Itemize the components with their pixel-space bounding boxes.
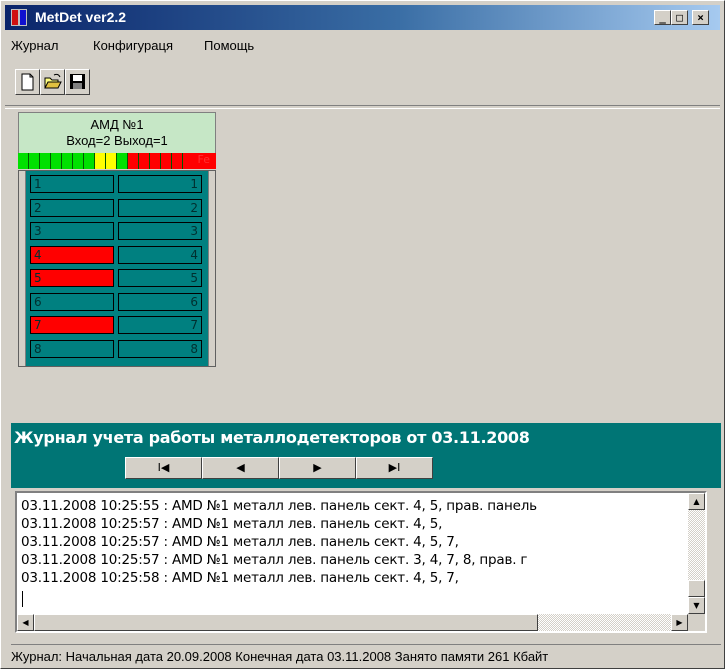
zone-left-8[interactable]: 8	[30, 339, 114, 358]
close-button[interactable]: ×	[692, 10, 709, 25]
open-button[interactable]	[40, 69, 65, 95]
zone-right-3[interactable]: 3	[118, 222, 202, 240]
menu-journal[interactable]: Журнал	[11, 38, 58, 53]
status-bar: Журнал: Начальная дата 20.09.2008 Конечн…	[11, 644, 721, 667]
maximize-button[interactable]: □	[671, 10, 688, 25]
toolbar-separator	[5, 105, 720, 109]
scrollbar-corner	[688, 614, 705, 631]
minimize-button[interactable]: _	[654, 10, 671, 25]
save-icon	[70, 74, 85, 89]
new-file-icon	[21, 73, 34, 91]
zone-left-6[interactable]: 6	[30, 292, 114, 311]
scroll-thumb-vertical[interactable]	[688, 580, 705, 597]
zone-left-2[interactable]: 2	[30, 198, 114, 217]
log-line: 03.11.2008 10:25:55 : AMD №1 металл лев.…	[21, 498, 537, 514]
open-folder-icon	[44, 73, 62, 89]
zone-left-5[interactable]: 5	[30, 269, 114, 287]
next-record-button[interactable]: ▶	[279, 457, 356, 479]
scroll-left-icon[interactable]: ◀	[17, 614, 34, 631]
zone-left-7[interactable]: 7	[30, 316, 114, 334]
journal-title: Журнал учета работы металлодетекторов от…	[14, 428, 530, 447]
main-window: MetDet ver2.2 _ □ × Журнал Конфигураця П…	[0, 0, 725, 669]
new-button[interactable]	[15, 69, 40, 95]
status-text: Журнал: Начальная дата 20.09.2008 Конечн…	[11, 649, 549, 664]
device-header: АМД №1 Вход=2 Выход=1	[18, 112, 216, 155]
zone-right-8[interactable]: 8	[118, 339, 202, 358]
prev-record-button[interactable]: ◀	[202, 457, 279, 479]
menu-help[interactable]: Помощь	[204, 38, 254, 53]
last-record-button[interactable]: ▶I	[356, 457, 433, 479]
log-line: 03.11.2008 10:25:57 : AMD №1 металл лев.…	[21, 552, 528, 568]
metal-detector-panel[interactable]: АМД №1 Вход=2 Выход=1 Fe 11223344556 6 7…	[18, 112, 216, 367]
scroll-down-icon[interactable]: ▼	[688, 597, 705, 614]
fe-label: Fe	[197, 153, 211, 166]
zone-right-4[interactable]: 4	[118, 245, 202, 264]
zone-left-4[interactable]: 4	[30, 245, 114, 264]
horizontal-scrollbar[interactable]: ◀ ▶	[17, 614, 688, 631]
zone-right-6[interactable]: 6	[118, 292, 202, 311]
save-button[interactable]	[65, 69, 90, 95]
signal-level-bar: Fe	[18, 153, 216, 169]
zone-left-1[interactable]: 1	[30, 175, 114, 193]
zone-right-7[interactable]: 7	[118, 316, 202, 334]
menu-bar: Журнал Конфигураця Помощь	[5, 35, 720, 57]
scroll-thumb-horizontal[interactable]	[34, 614, 538, 631]
vertical-scrollbar[interactable]: ▲ ▼	[688, 493, 705, 614]
journal-header: Журнал учета работы металлодетекторов от…	[11, 423, 721, 488]
zone-right-5[interactable]: 5	[118, 269, 202, 287]
menu-configuration[interactable]: Конфигураця	[93, 38, 173, 53]
zone-left-3[interactable]: 3	[30, 222, 114, 240]
zone-right-2[interactable]: 2	[118, 198, 202, 217]
title-bar[interactable]: MetDet ver2.2 _ □ ×	[5, 5, 720, 30]
log-line: 03.11.2008 10:25:58 : AMD №1 металл лев.…	[21, 570, 459, 586]
device-name: АМД №1	[90, 117, 144, 132]
scroll-right-icon[interactable]: ▶	[671, 614, 688, 631]
first-record-button[interactable]: I◀	[125, 457, 202, 479]
journal-log[interactable]: 03.11.2008 10:25:55 : AMD №1 металл лев.…	[15, 491, 707, 633]
scroll-up-icon[interactable]: ▲	[688, 493, 705, 510]
device-io: Вход=2 Выход=1	[66, 133, 168, 148]
zone-right-1[interactable]: 1	[118, 175, 202, 193]
app-icon	[11, 9, 27, 26]
window-title: MetDet ver2.2	[35, 9, 127, 25]
log-line: 03.11.2008 10:25:57 : AMD №1 металл лев.…	[21, 516, 443, 532]
log-line: 03.11.2008 10:25:57 : AMD №1 металл лев.…	[21, 534, 459, 550]
text-caret	[22, 591, 23, 607]
zones-grid: 1122334455667788	[18, 170, 216, 367]
